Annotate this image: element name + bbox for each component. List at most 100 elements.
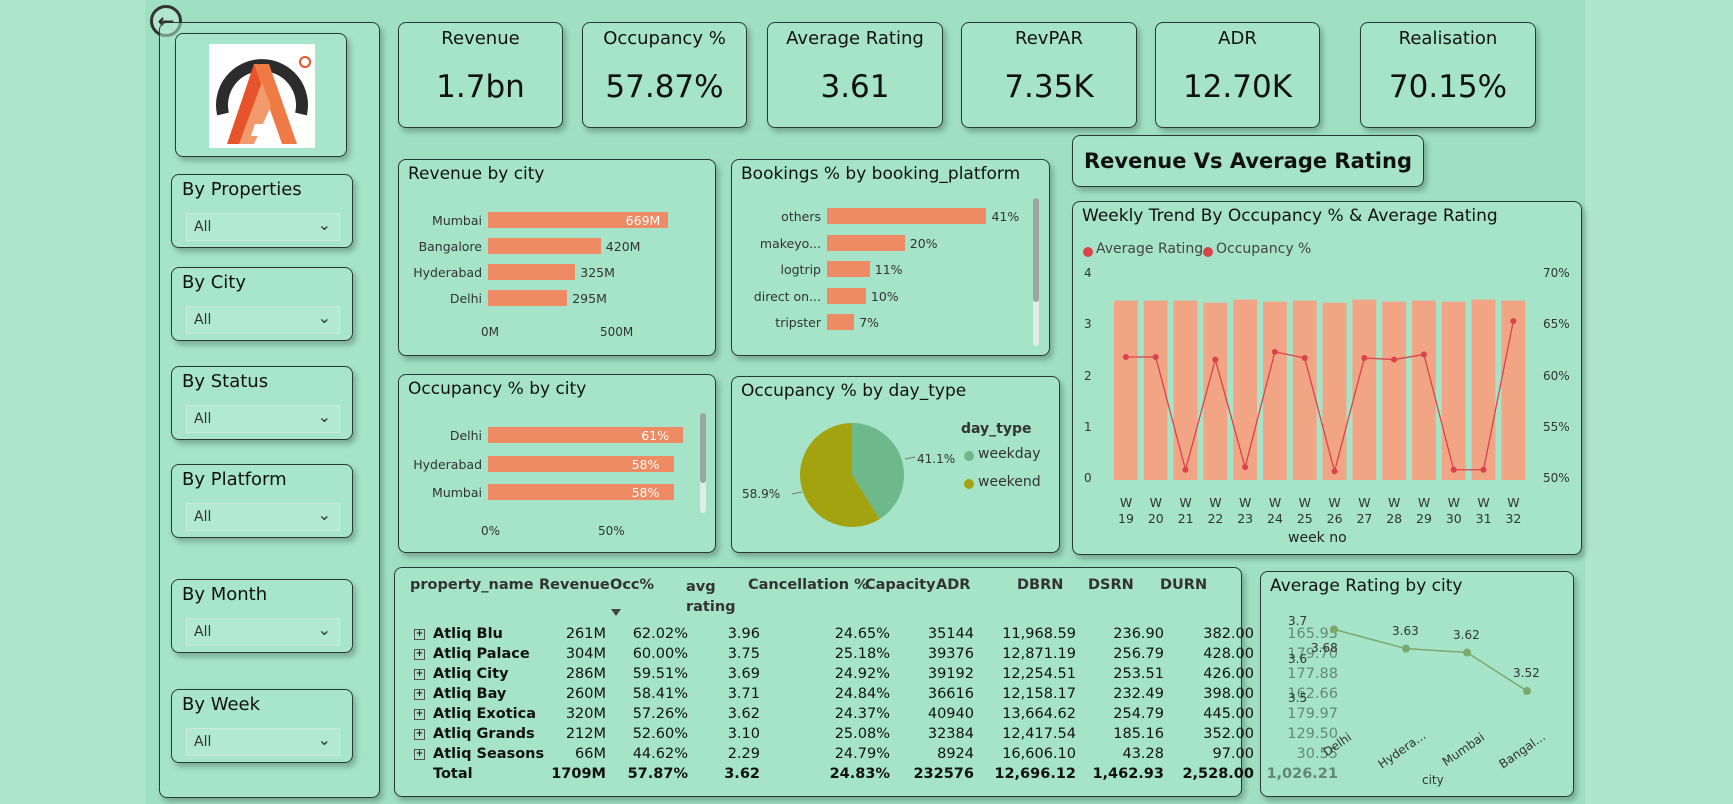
filter-dropdown[interactable]: All ⌄ xyxy=(186,618,340,646)
table-cell: 445.00 xyxy=(1170,704,1260,724)
bar[interactable] xyxy=(488,264,576,280)
bar[interactable] xyxy=(827,261,870,277)
table-total-row[interactable]: Total 1709M 57.87% 3.62 24.83% 232576 12,696.1… xyxy=(408,764,1344,784)
avg-rating-point[interactable] xyxy=(1450,466,1457,473)
filter-dropdown[interactable]: All ⌄ xyxy=(186,213,340,241)
table-row[interactable]: + Atliq Grands 212M 52.60% 3.10 25.08% 32384 12… xyxy=(408,724,1344,744)
occupancy-by-city-chart[interactable]: Occupancy % by city Delhi 61% Hyderabad 58%… xyxy=(398,374,716,553)
avg-rating-point[interactable] xyxy=(1301,355,1308,362)
cell-text: 253.51 xyxy=(1113,666,1164,682)
table-row[interactable]: + Atliq Exotica 320M 57.26% 3.62 24.37% 40940 1… xyxy=(408,704,1344,724)
y-left-tick: 3 xyxy=(1084,317,1092,332)
filter-dropdown[interactable]: All ⌄ xyxy=(186,503,340,531)
legend-item[interactable]: Occupancy % xyxy=(1216,241,1311,257)
expand-plus-icon[interactable]: + xyxy=(414,628,425,640)
weekly-trend-chart[interactable]: Weekly Trend By Occupancy % & Average Ra… xyxy=(1072,201,1582,555)
bar[interactable] xyxy=(488,290,568,306)
bar[interactable] xyxy=(827,208,987,224)
table-row[interactable]: + Atliq Blu 261M 62.02% 3.96 24.65% 35144 11,96… xyxy=(408,624,1344,644)
revenue-by-city-chart[interactable]: Revenue by city Mumbai 669M Bangalore 420M H… xyxy=(398,159,716,356)
y-tick-label: 3.5 xyxy=(1288,690,1308,705)
occupancy-bar[interactable] xyxy=(1382,301,1406,480)
bar[interactable] xyxy=(827,234,905,251)
legend-item[interactable]: Average Rating xyxy=(1096,241,1203,257)
kpi-card-occupancy-[interactable]: Occupancy % 57.87% xyxy=(582,22,747,128)
kpi-value: 12.70K xyxy=(1182,69,1293,105)
rating-point[interactable] xyxy=(1330,625,1338,634)
kpi-card-revenue[interactable]: Revenue 1.7bn xyxy=(398,22,563,128)
occupancy-bar[interactable] xyxy=(1441,301,1466,480)
filter-dropdown[interactable]: All ⌄ xyxy=(186,728,340,756)
kpi-card-adr[interactable]: ADR 12.70K xyxy=(1155,22,1320,128)
expand-plus-icon[interactable]: + xyxy=(414,728,425,740)
table-row[interactable]: + Atliq Palace 304M 60.00% 3.75 25.18% 39376 12… xyxy=(408,644,1344,664)
expand-plus-icon[interactable]: + xyxy=(414,748,425,760)
kpi-card-average-rating[interactable]: Average Rating 3.61 xyxy=(767,22,943,128)
filter-by-platform: By Platform All ⌄ xyxy=(171,464,353,538)
column-header[interactable]: Cancellation % xyxy=(748,577,869,593)
filter-dropdown[interactable]: All ⌄ xyxy=(186,405,340,433)
column-header[interactable]: DURN xyxy=(1160,577,1207,593)
table-row[interactable]: + Atliq City 286M 59.51% 3.69 24.92% 39192 12,2… xyxy=(408,664,1344,684)
scrollbar[interactable] xyxy=(1033,198,1039,346)
revenue-vs-rating-button[interactable]: Revenue Vs Average Rating xyxy=(1072,135,1424,187)
legend-item[interactable]: weekend xyxy=(978,474,1041,490)
bar-category-label: logtrip xyxy=(780,262,821,277)
avg-rating-point[interactable] xyxy=(1242,464,1249,471)
occupancy-by-daytype-chart[interactable]: Occupancy % by day_type 41.1% 58.9% day_ty… xyxy=(731,376,1060,553)
avg-rating-point[interactable] xyxy=(1420,351,1427,358)
avg-rating-point[interactable] xyxy=(1331,468,1338,475)
kpi-card-revpar[interactable]: RevPAR 7.35K xyxy=(961,22,1137,128)
occupancy-bar[interactable] xyxy=(1471,299,1496,480)
avg-rating-point[interactable] xyxy=(1391,356,1398,363)
avg-rating-point[interactable] xyxy=(1182,466,1189,473)
column-header[interactable]: Occ% xyxy=(610,577,654,593)
occupancy-bar[interactable] xyxy=(1173,300,1198,480)
occupancy-bar[interactable] xyxy=(1263,301,1287,480)
rating-point[interactable] xyxy=(1402,644,1410,653)
filter-by-month: By Month All ⌄ xyxy=(171,579,353,653)
scrollbar[interactable] xyxy=(700,413,706,513)
bar[interactable] xyxy=(827,314,855,330)
table-cell: 382.00 xyxy=(1170,624,1260,644)
bookings-by-platform-chart[interactable]: Bookings % by booking_platform others 41%… xyxy=(731,159,1050,356)
rating-point[interactable] xyxy=(1463,648,1471,657)
table-row[interactable]: + Atliq Bay 260M 58.41% 3.71 24.84% 36616 12,15… xyxy=(408,684,1344,704)
occupancy-bar[interactable] xyxy=(1412,300,1436,480)
column-header[interactable]: DBRN xyxy=(1017,577,1063,593)
cell-text: 24.79% xyxy=(834,746,890,762)
avg-rating-by-city-chart[interactable]: Average Rating by city 3.68 3.63 3.62 3.52 3… xyxy=(1260,571,1574,797)
occupancy-bar[interactable] xyxy=(1114,300,1138,480)
chevron-down-icon: ⌄ xyxy=(317,505,331,524)
avg-rating-point[interactable] xyxy=(1271,348,1278,355)
avg-rating-point[interactable] xyxy=(1152,354,1159,360)
table-row[interactable]: + Atliq Seasons 66M 44.62% 2.29 24.79% 8924 16,… xyxy=(408,744,1344,764)
cell-text: Atliq Palace xyxy=(433,646,530,662)
rating-point[interactable] xyxy=(1523,687,1531,696)
kpi-card-realisation[interactable]: Realisation 70.15% xyxy=(1360,22,1536,128)
chart-title: Revenue by city xyxy=(408,164,545,184)
column-header[interactable]: ADR xyxy=(936,577,970,593)
column-header[interactable]: Revenue xyxy=(539,577,610,593)
expand-plus-icon[interactable]: + xyxy=(414,648,425,660)
legend-item[interactable]: weekday xyxy=(978,446,1041,462)
column-header[interactable]: DSRN xyxy=(1088,577,1134,593)
avg-rating-point[interactable] xyxy=(1361,355,1368,362)
expand-plus-icon[interactable]: + xyxy=(414,668,425,680)
bar[interactable] xyxy=(827,287,866,304)
column-header[interactable]: Capacity xyxy=(865,577,936,593)
filter-dropdown[interactable]: All ⌄ xyxy=(186,306,340,334)
avg-rating-point[interactable] xyxy=(1510,318,1517,325)
column-header[interactable]: avg rating xyxy=(686,577,736,617)
column-header[interactable]: property_name xyxy=(410,577,534,593)
expand-plus-icon[interactable]: + xyxy=(414,688,425,700)
bar[interactable] xyxy=(488,238,601,254)
avg-rating-point[interactable] xyxy=(1480,466,1487,473)
avg-rating-point[interactable] xyxy=(1212,356,1219,363)
occupancy-bar[interactable] xyxy=(1233,299,1257,480)
occupancy-bar[interactable] xyxy=(1501,300,1526,480)
expand-plus-icon[interactable]: + xyxy=(414,708,425,720)
cell-text: 24.84% xyxy=(834,686,890,702)
avg-rating-point[interactable] xyxy=(1122,354,1129,360)
occupancy-bar[interactable] xyxy=(1322,302,1347,480)
